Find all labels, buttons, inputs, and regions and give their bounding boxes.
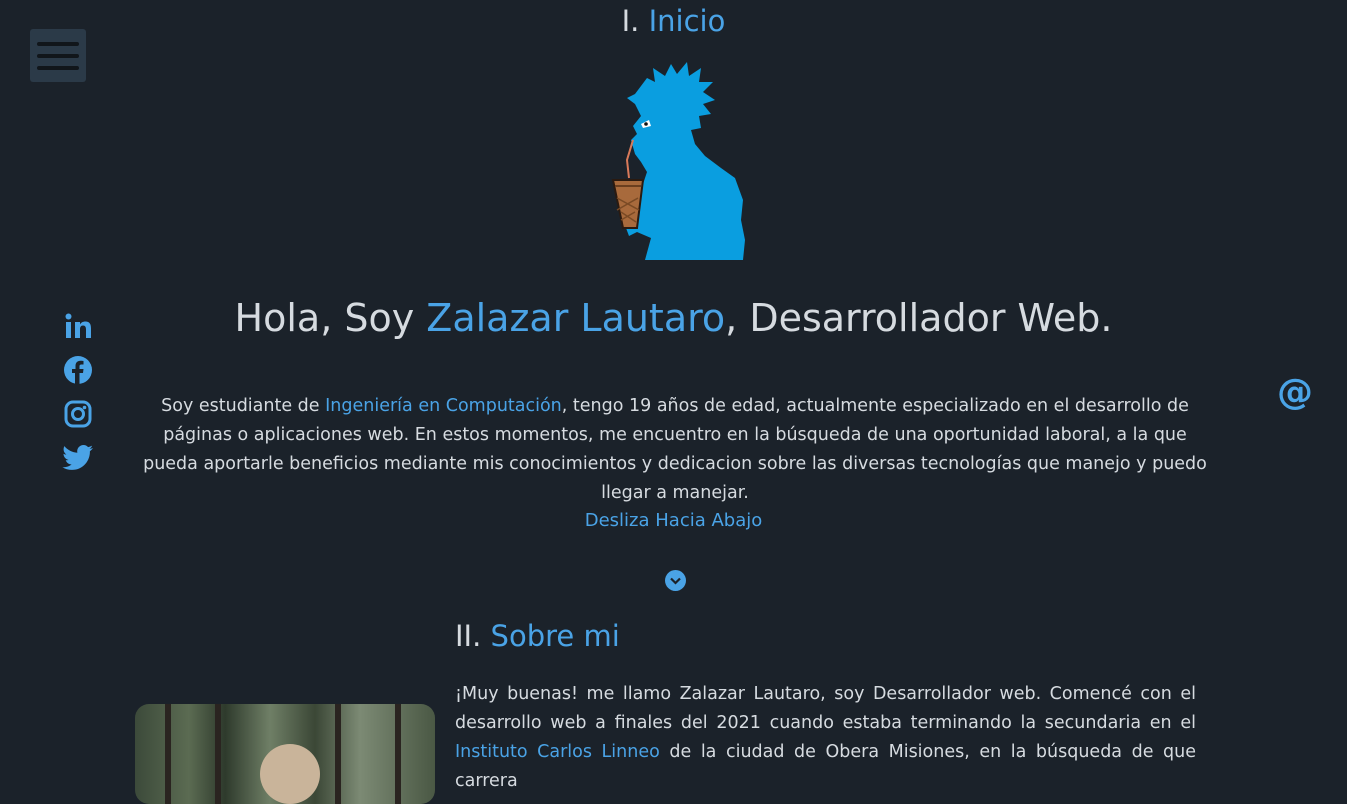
facebook-icon[interactable] [62,354,94,386]
chevron-down-icon[interactable] [665,570,686,591]
engineering-link[interactable]: Ingeniería en Computación [325,396,562,416]
institute-link[interactable]: Instituto Carlos Linneo [455,742,660,762]
avatar-illustration [605,60,750,269]
intro-paragraph: Soy estudiante de Ingeniería en Computac… [143,396,1207,503]
instagram-icon[interactable] [62,398,94,430]
about-paragraph: ¡Muy buenas! me llamo Zalazar Lautaro, s… [455,684,1196,791]
hero-heading: Hola, Soy Zalazar Lautaro, Desarrollador… [234,296,1113,340]
twitter-icon[interactable] [62,442,94,474]
section-title-sobre-mi: II. Sobre mi [455,619,620,653]
at-icon[interactable]: @ [1277,372,1313,413]
scroll-down-link[interactable]: Desliza Hacia Abajo [0,510,1347,531]
profile-photo [135,704,435,804]
hamburger-icon [37,41,79,46]
section-title-inicio: I. Inicio [621,4,726,38]
